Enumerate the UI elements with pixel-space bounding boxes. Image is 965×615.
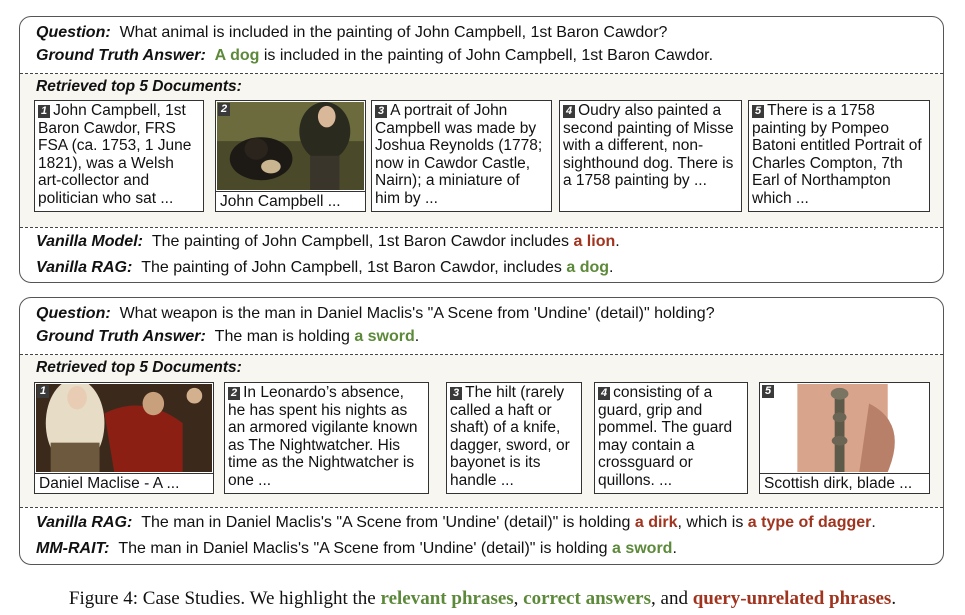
case2-doc-5: 5 Scottish dirk, blade ... [759, 382, 930, 494]
case-study-2: Question: What weapon is the man in Dani… [19, 297, 944, 565]
case2-question: Question: What weapon is the man in Dani… [36, 305, 715, 322]
case2-qa: Question: What weapon is the man in Dani… [20, 298, 943, 348]
dirk-image [761, 384, 928, 472]
case2-answers: Vanilla RAG: The man in Daniel Maclis's … [20, 510, 943, 562]
case1-doc-1: 1 John Campbell, 1st Baron Cawdor, FRS FS… [34, 100, 204, 212]
painting-undine-image [36, 383, 212, 472]
case1-retrieved-panel: Retrieved top 5 Documents: 1 John Campbel… [20, 74, 943, 227]
case1-doc-2-caption: John Campbell ... [216, 191, 365, 211]
case2-mm-rait-answer: MM-RAIT: The man in Daniel Maclis's "A S… [36, 540, 677, 557]
case1-question: Question: What animal is included in the… [36, 24, 668, 41]
case1-vanilla-model-answer: Vanilla Model: The painting of John Camp… [36, 233, 620, 250]
painting-dog-image [217, 102, 364, 190]
case1-retrieved-title: Retrieved top 5 Documents: [36, 78, 242, 95]
case2-doc-1-caption: Daniel Maclise - A ... [35, 473, 213, 493]
case1-qa: Question: What animal is included in the… [20, 17, 943, 67]
divider [20, 507, 943, 508]
case2-retrieved-panel: Retrieved top 5 Documents: 1 Daniel Macl… [20, 355, 943, 507]
divider [20, 227, 943, 228]
case1-ground-truth: Ground Truth Answer: A dog is included i… [36, 47, 714, 64]
case2-doc-4: 4 consisting of a guard, grip and pommel.… [594, 382, 748, 494]
case2-doc-1: 1 Daniel Maclise - A ... [34, 382, 214, 494]
case2-doc-5-caption: Scottish dirk, blade ... [760, 473, 929, 493]
case1-answers: Vanilla Model: The painting of John Camp… [20, 229, 943, 281]
figure-caption: Figure 4: Case Studies. We highlight the… [68, 588, 897, 609]
case1-doc-3: 3A portrait of John Campbell was made by… [371, 100, 552, 212]
case-study-1: Question: What animal is included in the… [19, 16, 944, 283]
case2-doc-2: 2 In Leonardo’s absence, he has spent his… [224, 382, 429, 494]
case2-doc-3: 3 The hilt (rarely called a haft or shaft… [446, 382, 582, 494]
case1-vanilla-rag-answer: Vanilla RAG: The painting of John Campbe… [36, 259, 614, 276]
case1-doc-5: 5 There is a 1758 painting by Pompeo Bato… [748, 100, 930, 212]
case2-vanilla-rag-answer: Vanilla RAG: The man in Daniel Maclis's … [36, 514, 876, 531]
case2-ground-truth: Ground Truth Answer: The man is holding … [36, 328, 420, 345]
case1-doc-2: 2 John Campbell ... [215, 100, 366, 212]
case2-retrieved-title: Retrieved top 5 Documents: [36, 359, 242, 376]
case1-doc-4: 4 Oudry also painted a second painting of… [559, 100, 742, 212]
